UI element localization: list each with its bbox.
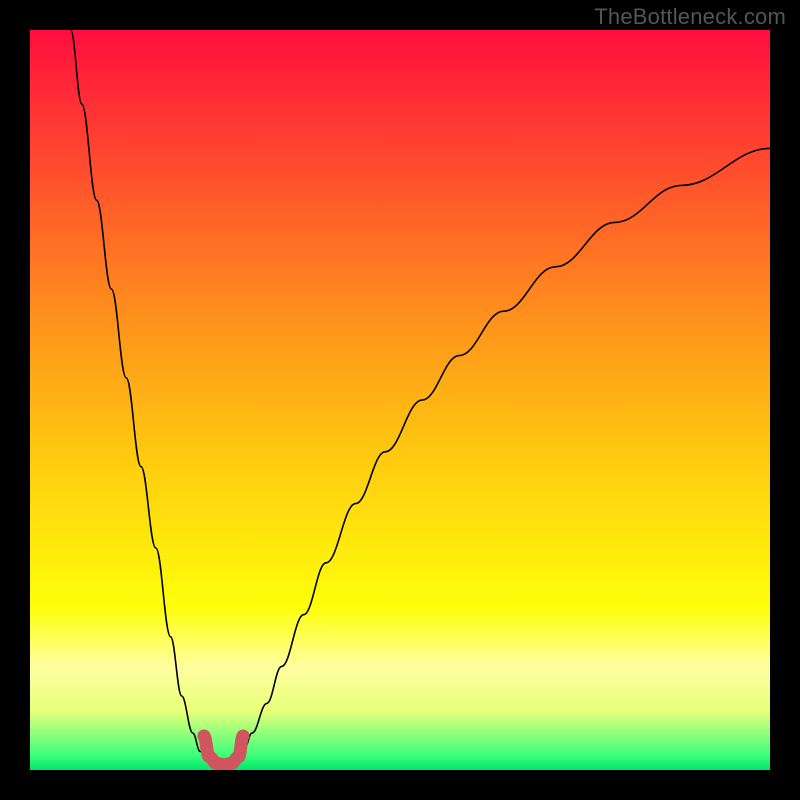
plot-area [30,30,770,770]
chart-background [30,30,770,770]
chart-svg [30,30,770,770]
chart-frame: TheBottleneck.com [0,0,800,800]
watermark-text: TheBottleneck.com [594,4,786,30]
